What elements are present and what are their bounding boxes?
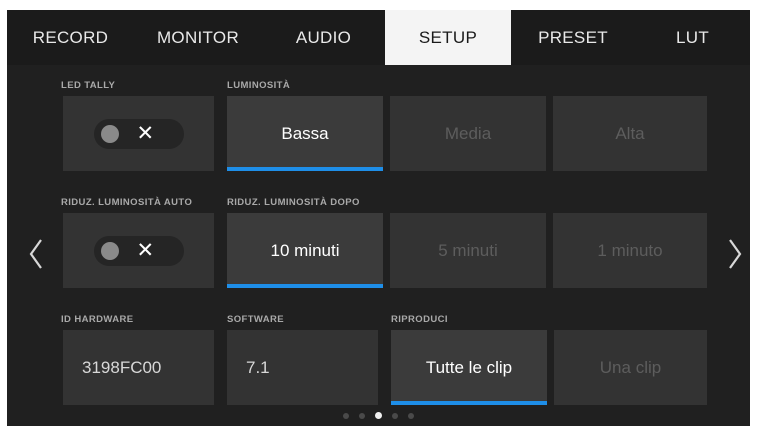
selected-indicator	[227, 284, 383, 288]
option-label: Media	[444, 123, 492, 143]
page-dot-current[interactable]	[375, 412, 382, 419]
option-label: Bassa	[281, 123, 329, 143]
tab-record[interactable]: RECORD	[7, 10, 134, 65]
software-label: SOFTWARE	[227, 314, 285, 325]
led-tally-toggle[interactable]: ✕	[93, 118, 184, 149]
option-label: Alta	[615, 123, 645, 143]
luminosita-option-alta[interactable]: Alta	[553, 96, 707, 171]
playback-option-all[interactable]: Tutte le clip	[391, 330, 547, 405]
page-dot[interactable]	[359, 413, 365, 419]
hardware-id-label: ID HARDWARE	[61, 314, 134, 325]
next-page-icon[interactable]	[725, 236, 745, 272]
settings-panel: LED TALLY ✕ LUMINOSITÀ Bassa Media Alta …	[7, 65, 750, 426]
luminosita-label: LUMINOSITÀ	[227, 80, 291, 91]
option-label: 1 minuto	[597, 240, 663, 260]
led-tally-label: LED TALLY	[61, 80, 116, 91]
toggle-off-icon: ✕	[136, 121, 155, 145]
tab-preset[interactable]: PRESET	[511, 10, 635, 65]
tab-setup[interactable]: SETUP	[385, 10, 511, 65]
dim-after-option-1[interactable]: 1 minuto	[553, 213, 707, 288]
option-label: Tutte le clip	[425, 357, 513, 377]
previous-page-icon[interactable]	[26, 236, 46, 272]
tab-lut[interactable]: LUT	[635, 10, 750, 65]
tab-bar: RECORD MONITOR AUDIO SETUP PRESET LUT	[7, 10, 750, 65]
selected-indicator	[391, 401, 547, 405]
luminosita-option-bassa[interactable]: Bassa	[227, 96, 383, 171]
option-label: 5 minuti	[438, 240, 498, 260]
toggle-knob	[100, 241, 119, 260]
auto-dim-cell[interactable]: ✕	[63, 213, 214, 288]
dim-after-option-5[interactable]: 5 minuti	[390, 213, 546, 288]
page-dot[interactable]	[392, 413, 398, 419]
selected-indicator	[227, 167, 383, 171]
setup-screen: RECORD MONITOR AUDIO SETUP PRESET LUT LE…	[7, 10, 750, 426]
page-dot[interactable]	[408, 413, 414, 419]
auto-dim-label: RIDUZ. LUMINOSITÀ AUTO	[61, 197, 193, 208]
dim-after-option-10[interactable]: 10 minuti	[227, 213, 383, 288]
dim-after-label: RIDUZ. LUMINOSITÀ DOPO	[227, 197, 360, 208]
software-version: 7.1	[227, 330, 378, 405]
luminosita-option-media[interactable]: Media	[390, 96, 546, 171]
page-indicator	[7, 411, 750, 421]
software-text: 7.1	[246, 357, 270, 377]
hardware-id-value: 3198FC00	[63, 330, 214, 405]
page-dot[interactable]	[343, 413, 349, 419]
playback-option-one[interactable]: Una clip	[554, 330, 707, 405]
option-label: 10 minuti	[270, 240, 340, 260]
tab-audio[interactable]: AUDIO	[262, 10, 385, 65]
tab-monitor[interactable]: MONITOR	[134, 10, 262, 65]
hardware-id-text: 3198FC00	[82, 357, 162, 377]
auto-dim-toggle[interactable]: ✕	[93, 235, 184, 266]
option-label: Una clip	[599, 357, 662, 377]
playback-label: RIPRODUCI	[391, 314, 448, 325]
toggle-off-icon: ✕	[136, 238, 155, 262]
led-tally-cell[interactable]: ✕	[63, 96, 214, 171]
toggle-knob	[100, 124, 119, 143]
